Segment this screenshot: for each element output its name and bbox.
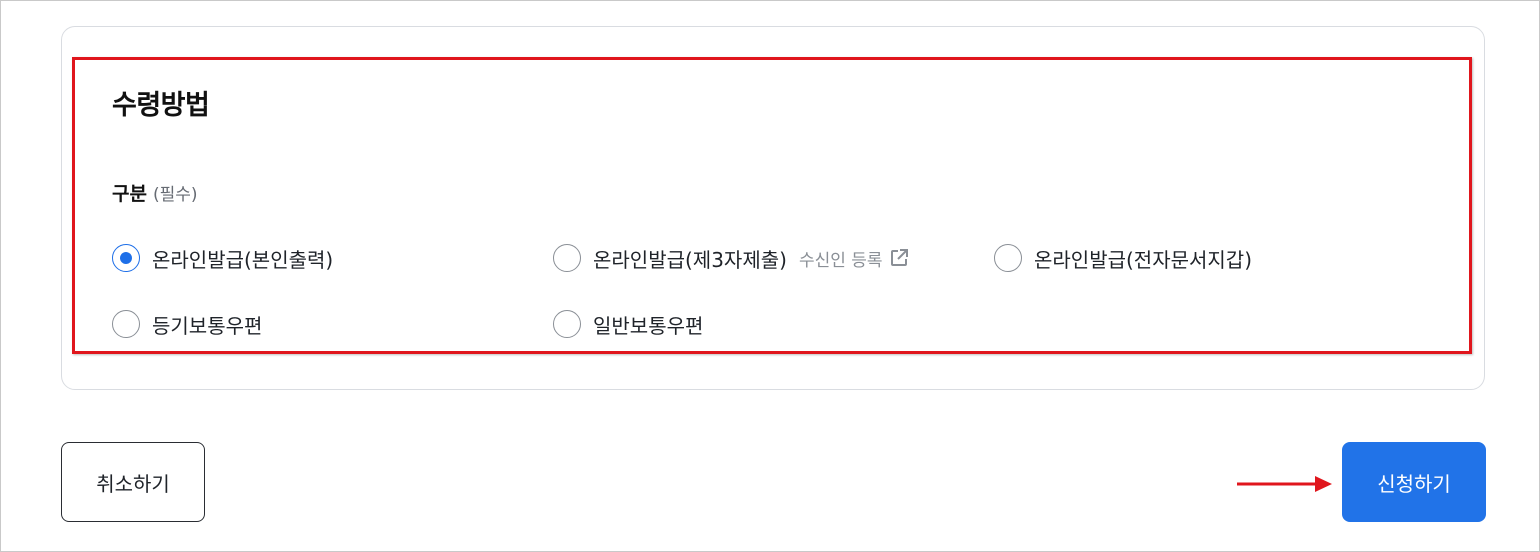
arrow-right-icon	[1237, 476, 1332, 492]
radio-online-self-print[interactable]	[112, 244, 140, 272]
submit-button[interactable]: 신청하기	[1342, 442, 1486, 522]
recipient-register-label: 수신인 등록	[798, 250, 883, 271]
group-label: 구분 (필수)	[112, 179, 198, 206]
required-note: (필수)	[152, 185, 198, 205]
external-link-icon	[890, 249, 908, 266]
option-label: 등기보통우편	[152, 313, 263, 338]
option-label: 일반보통우편	[593, 313, 704, 338]
radio-online-third-party[interactable]	[553, 244, 581, 272]
radio-online-e-wallet[interactable]	[994, 244, 1022, 272]
option-online-self-print[interactable]: 온라인발급(본인출력)	[112, 242, 333, 274]
option-label: 온라인발급(제3자제출)	[593, 247, 787, 272]
radio-registered-mail[interactable]	[112, 310, 140, 338]
option-online-e-wallet[interactable]: 온라인발급(전자문서지갑)	[994, 242, 1252, 274]
radio-regular-mail[interactable]	[553, 310, 581, 338]
recipient-register-link[interactable]: 수신인 등록	[799, 246, 909, 271]
option-online-third-party[interactable]: 온라인발급(제3자제출) 수신인 등록	[553, 242, 909, 274]
group-label-text: 구분	[112, 183, 147, 205]
cancel-button[interactable]: 취소하기	[61, 442, 205, 522]
highlight-box	[72, 57, 1472, 354]
option-registered-mail[interactable]: 등기보통우편	[112, 308, 262, 340]
option-label: 온라인발급(본인출력)	[152, 247, 334, 272]
option-regular-mail[interactable]: 일반보통우편	[553, 308, 703, 340]
section-title: 수령방법	[112, 90, 210, 121]
option-label: 온라인발급(전자문서지갑)	[1034, 247, 1253, 272]
